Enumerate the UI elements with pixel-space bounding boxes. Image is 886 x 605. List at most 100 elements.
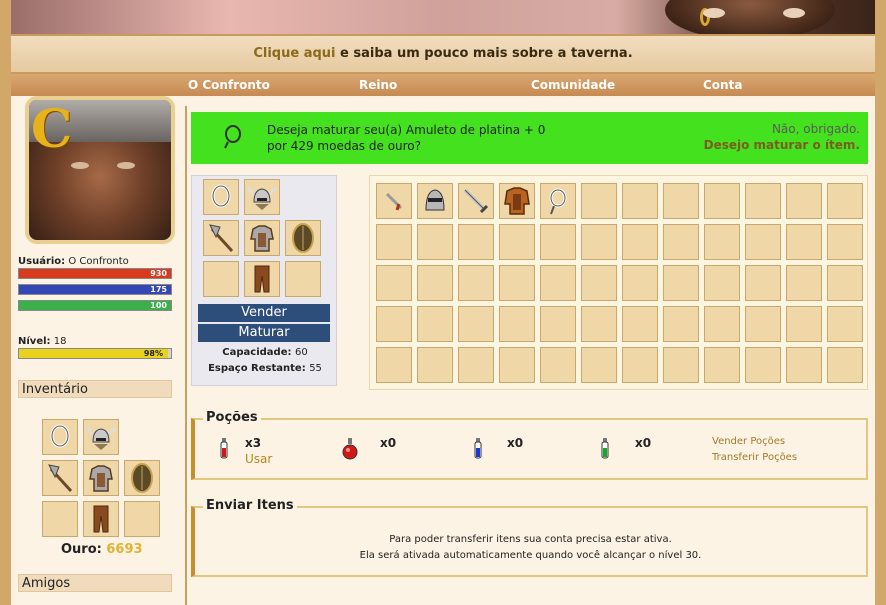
- nav-item-comunidade[interactable]: Comunidade: [531, 78, 615, 92]
- stamina-value: 100: [150, 301, 167, 310]
- bag-slot-empty[interactable]: [827, 347, 863, 383]
- slot-helmet[interactable]: [83, 419, 119, 455]
- slot-shield[interactable]: [285, 220, 321, 256]
- slot-sword[interactable]: [458, 183, 494, 219]
- bag-slot-empty[interactable]: [581, 265, 617, 301]
- bag-slot-empty[interactable]: [540, 306, 576, 342]
- potion-green-vial[interactable]: [600, 438, 610, 460]
- bag-slot-empty[interactable]: [827, 306, 863, 342]
- bag-slot-empty[interactable]: [786, 224, 822, 260]
- bag-slot-empty[interactable]: [581, 224, 617, 260]
- slot-armor[interactable]: [83, 460, 119, 496]
- bag-slot-empty[interactable]: [704, 224, 740, 260]
- slot-amulet[interactable]: [540, 183, 576, 219]
- slot-weapon[interactable]: [203, 220, 239, 256]
- avatar[interactable]: C: [25, 96, 175, 244]
- bag-slot-empty[interactable]: [827, 224, 863, 260]
- bag-slot-empty[interactable]: [581, 347, 617, 383]
- bag-slot-empty[interactable]: [622, 265, 658, 301]
- slot-empty[interactable]: [124, 501, 160, 537]
- bag-slot-empty[interactable]: [786, 265, 822, 301]
- bag-slot-empty[interactable]: [827, 265, 863, 301]
- nav-item-reino[interactable]: Reino: [359, 78, 397, 92]
- bag-slot-empty[interactable]: [499, 224, 535, 260]
- bag-slot-empty[interactable]: [417, 306, 453, 342]
- bag-slot-empty[interactable]: [376, 347, 412, 383]
- slot-amulet[interactable]: [203, 179, 239, 215]
- slot-weapon[interactable]: [42, 460, 78, 496]
- slot-helmet[interactable]: [417, 183, 453, 219]
- bag-slot-empty[interactable]: [663, 224, 699, 260]
- bag-slot-empty[interactable]: [417, 265, 453, 301]
- bag-slot-empty[interactable]: [540, 265, 576, 301]
- bag-slot-empty[interactable]: [786, 306, 822, 342]
- bag-slot-empty[interactable]: [458, 347, 494, 383]
- bag-slot-empty[interactable]: [704, 347, 740, 383]
- slot-shield[interactable]: [124, 460, 160, 496]
- slot-empty[interactable]: [42, 501, 78, 537]
- nav-item-confronto[interactable]: O Confronto: [188, 78, 270, 92]
- bag-slot-empty[interactable]: [458, 224, 494, 260]
- bag-slot-empty[interactable]: [745, 347, 781, 383]
- nav-item-conta[interactable]: Conta: [703, 78, 742, 92]
- bag-slot-empty[interactable]: [581, 183, 617, 219]
- potion-red-flask[interactable]: [341, 438, 359, 460]
- bag-slot-empty[interactable]: [786, 183, 822, 219]
- bag-slot-empty[interactable]: [376, 306, 412, 342]
- bag-slot-empty[interactable]: [499, 265, 535, 301]
- bag-slot-empty[interactable]: [622, 224, 658, 260]
- bag-slot-empty[interactable]: [745, 224, 781, 260]
- horned-helmet-icon: [85, 426, 117, 450]
- bag-slot-empty[interactable]: [499, 306, 535, 342]
- decline-link[interactable]: Não, obrigado.: [772, 122, 860, 136]
- bag-slot-empty[interactable]: [622, 306, 658, 342]
- potion-blue-vial[interactable]: [473, 438, 483, 460]
- sell-button[interactable]: Vender: [198, 304, 330, 322]
- bag-slot-empty[interactable]: [417, 224, 453, 260]
- bag-slot-empty[interactable]: [581, 306, 617, 342]
- bag-slot-empty[interactable]: [663, 306, 699, 342]
- bag-slot-empty[interactable]: [540, 347, 576, 383]
- bag-slot-empty[interactable]: [376, 265, 412, 301]
- bag-slot-empty[interactable]: [458, 306, 494, 342]
- user-name[interactable]: O Confronto: [68, 256, 128, 267]
- bag-slot-empty[interactable]: [417, 347, 453, 383]
- bag-slot-empty[interactable]: [704, 306, 740, 342]
- slot-empty[interactable]: [285, 261, 321, 297]
- slot-amulet[interactable]: [42, 419, 78, 455]
- bag-slot-empty[interactable]: [458, 265, 494, 301]
- slot-dagger[interactable]: [376, 183, 412, 219]
- bag-slot-empty[interactable]: [499, 347, 535, 383]
- slot-empty[interactable]: [203, 261, 239, 297]
- tavern-link[interactable]: Clique aqui: [253, 46, 335, 61]
- accept-link[interactable]: Desejo maturar o ítem.: [704, 138, 860, 152]
- bag-slot-empty[interactable]: [704, 265, 740, 301]
- bag-slot-empty[interactable]: [663, 265, 699, 301]
- bag-slot-empty[interactable]: [745, 306, 781, 342]
- slot-legs[interactable]: [83, 501, 119, 537]
- mana-value: 175: [150, 285, 167, 294]
- transfer-potions-link[interactable]: Transferir Poções: [712, 452, 797, 463]
- bag-slot-empty[interactable]: [745, 183, 781, 219]
- slot-helmet[interactable]: [244, 179, 280, 215]
- sell-potions-link[interactable]: Vender Poções: [712, 436, 785, 447]
- bag-slot-empty[interactable]: [376, 224, 412, 260]
- bag-slot-empty[interactable]: [622, 183, 658, 219]
- friends-header[interactable]: Amigos: [18, 574, 172, 592]
- bag-slot-empty[interactable]: [540, 224, 576, 260]
- use-potion-link[interactable]: Usar: [245, 452, 272, 466]
- bag-slot-empty[interactable]: [786, 347, 822, 383]
- bag-slot-empty[interactable]: [745, 265, 781, 301]
- slot-legs[interactable]: [244, 261, 280, 297]
- bag-slot-empty[interactable]: [827, 183, 863, 219]
- slot-leather-armor[interactable]: [499, 183, 535, 219]
- bag-slot-empty[interactable]: [663, 183, 699, 219]
- potions-panel: Poções x3 Usar x0 x0 x0 Vender Poções Tr…: [191, 410, 868, 480]
- potion-red-vial[interactable]: [219, 438, 229, 460]
- inventory-header[interactable]: Inventário: [18, 380, 172, 398]
- bag-slot-empty[interactable]: [663, 347, 699, 383]
- bag-slot-empty[interactable]: [622, 347, 658, 383]
- mature-button[interactable]: Maturar: [198, 324, 330, 342]
- bag-slot-empty[interactable]: [704, 183, 740, 219]
- slot-armor[interactable]: [244, 220, 280, 256]
